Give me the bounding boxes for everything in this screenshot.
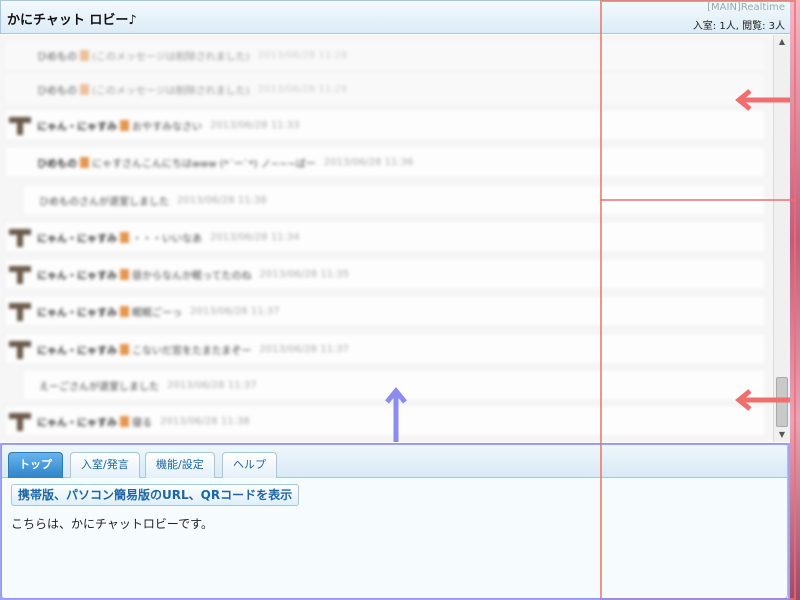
log-row-system: えーごさんが退室しました 2013/06/28 11:37 (22, 369, 766, 401)
tab-functions-settings[interactable]: 機能/設定 (145, 452, 215, 478)
tab-help[interactable]: ヘルプ (222, 452, 277, 478)
chat-header: かにチャット ロビー♪ [MAIN]Realtime 入室: 1人, 閲覧: 3… (0, 0, 800, 34)
log-row: にゃん・にゃすみ 眠眠ごーっ 2013/06/28 11:37 (4, 295, 766, 327)
mushroom-avatar-icon (9, 341, 31, 359)
log-row: にゃん・にゃすみ こないだ窓をたまたまぞー 2013/06/28 11:37 (4, 333, 766, 365)
room-counts: 入室: 1人, 閲覧: 3人 (692, 21, 785, 32)
mushroom-avatar-icon (9, 413, 31, 431)
log-row: にゃん・にゃすみ ・・・いいなあ 2013/06/28 11:34 (4, 221, 766, 253)
log-scrollbar[interactable]: ▲ ▼ (773, 35, 790, 442)
log-row-system: ひめものさんが退室しました 2013/06/28 11:38 (22, 184, 766, 216)
tab-top[interactable]: トップ (8, 452, 63, 478)
mushroom-avatar-icon (9, 229, 31, 247)
show-qr-button[interactable]: 携帯版、パソコン簡易版のURL、QRコードを表示 (11, 484, 300, 506)
lobby-description: こちらは、かにチャットロビーです。 (11, 517, 213, 531)
log-row: ひめもの (このメッセージは削除されました) 2013/06/28 11:29 (4, 73, 766, 105)
tab-enter-speak[interactable]: 入室/発言 (70, 452, 140, 478)
mushroom-avatar-icon (9, 266, 31, 284)
log-row: にゃん・にゃすみ 昼からなんか眠ってたのね 2013/06/28 11:35 (4, 258, 766, 290)
tab-bar: トップ 入室/発言 機能/設定 ヘルプ (2, 444, 787, 478)
page-title: かにチャット ロビー♪ (7, 13, 137, 28)
scroll-thumb[interactable] (776, 377, 788, 427)
log-row: ひめもの にゃすさんこんにちはwww (*´ー`*) ノ~~~ばー 2013/06… (4, 146, 766, 178)
mushroom-avatar-icon (9, 303, 31, 321)
control-panel: トップ 入室/発言 機能/設定 ヘルプ 携帯版、パソコン簡易版のURL、QRコー… (1, 443, 788, 599)
log-row: ひめもの (このメッセージは削除されました) 2013/06/28 11:28 (4, 39, 766, 71)
mode-label[interactable]: [MAIN]Realtime (707, 2, 785, 13)
background-strip (790, 0, 800, 600)
log-row: にゃん・にゃすみ おやすみなさい 2013/06/28 11:33 (4, 109, 766, 141)
triangle-down-icon[interactable]: ▼ (774, 428, 790, 442)
mushroom-avatar-icon (9, 117, 31, 135)
triangle-up-icon[interactable]: ▲ (774, 35, 790, 49)
log-row: にゃん・にゃすみ 寝る 2013/06/28 11:38 (4, 405, 766, 437)
chat-log[interactable]: ひめもの (このメッセージは削除されました) 2013/06/28 11:28 ひ… (0, 35, 790, 442)
